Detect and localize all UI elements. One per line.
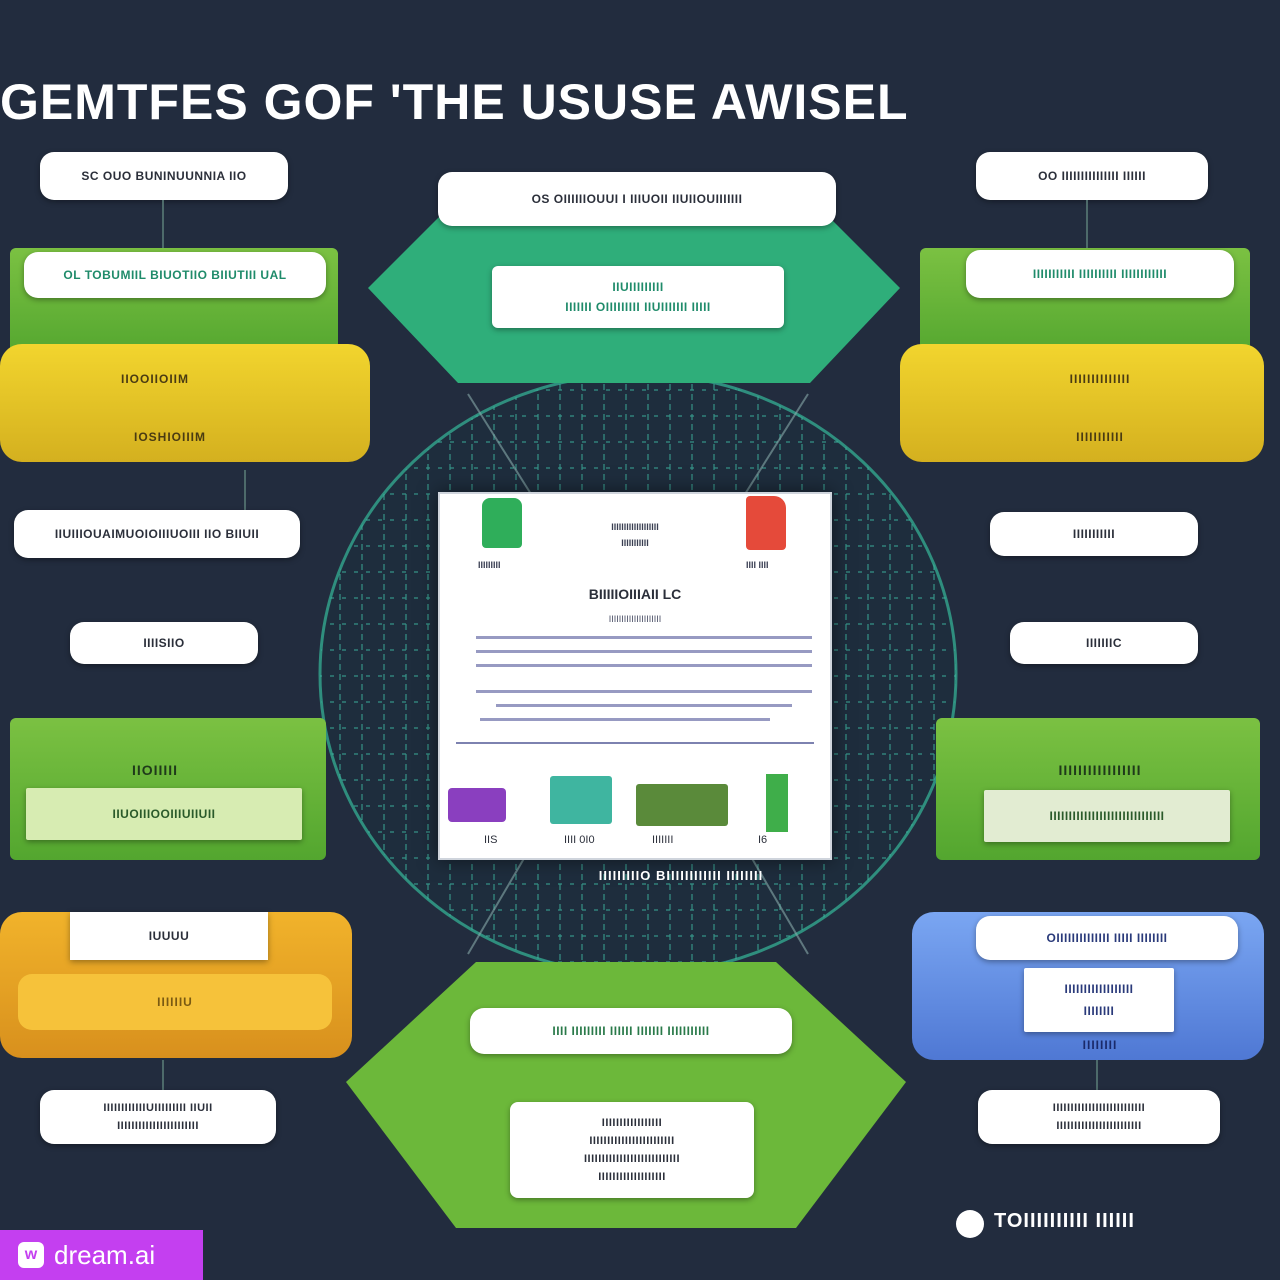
doc-caption: I6 — [758, 834, 768, 846]
doc-subtitle: IIIIIIIIIIIIIIIIIIIII — [608, 614, 662, 624]
center-bottom-line3: IIIIIIIIIIIIIIIIIIIIIIIIIII — [583, 1153, 681, 1165]
credit-text: TOIIIIIIIIII IIIIII — [994, 1210, 1135, 1232]
doc-text-line — [476, 650, 812, 653]
bookmark-icon — [766, 774, 788, 832]
left-green-block-text: IIUOIIIOOIIIUIIUII — [112, 807, 216, 821]
left-green-pill: OL TOBUMIIL BIUOTIIO BIIUTIII UAL — [24, 252, 326, 298]
center-top-inner-card: IIUIIIIIIIII IIIIIII OIIIIIIIII IIUIIIII… — [492, 266, 784, 328]
left-yellow-label-2: IOSHIOIIIM — [133, 430, 206, 444]
connector-line — [162, 1060, 164, 1090]
doc-caption: IIS — [484, 834, 498, 846]
right-small-label: IIIIIIIC — [1010, 622, 1198, 664]
connector-line — [244, 470, 246, 510]
left-bottom-line1: IIIIIIIIIIIIUIIIIIIIII IIUII — [103, 1102, 213, 1114]
right-blue-footer: IIIIIIII — [1082, 1038, 1118, 1052]
watermark[interactable]: w dream.ai — [0, 1230, 203, 1280]
credit-dot-icon — [956, 1210, 984, 1238]
left-mid-label: IIUIIIOUAIMUOIOIIIUOIII IIO BIIUII — [14, 510, 300, 558]
doc-left-tag: IIIIIIIII — [478, 560, 501, 570]
right-blue-pill: OIIIIIIIIIIIIII IIIII IIIIIIII — [976, 916, 1238, 960]
right-bottom-label: IIIIIIIIIIIIIIIIIIIIIIIIII IIIIIIIIIIIII… — [978, 1090, 1220, 1144]
center-document: IIIIIIIIIIIIIIIIIII IIIIIIIIIII IIIIIIII… — [438, 492, 832, 860]
center-bottom-line1: IIIIIIIIIIIIIIIII — [601, 1117, 663, 1129]
left-yellow-slab — [0, 344, 370, 462]
doc-caption: IIIIIII — [652, 834, 674, 846]
left-green-block-card: IIUOIIIOOIIIUIIUII — [26, 788, 302, 840]
right-yellow-slab — [900, 344, 1264, 462]
right-green-block-title: IIIIIIIIIIIIIIIII — [1058, 762, 1142, 778]
center-top-inner-line1: IIUIIIIIIIII — [612, 280, 664, 294]
chart-illustration — [636, 784, 728, 826]
connector-line — [1086, 200, 1088, 250]
right-green-block-text: IIIIIIIIIIIIIIIIIIIIIIIIIIIIII — [1049, 809, 1165, 823]
green-tab-icon — [482, 498, 522, 548]
center-bottom-line4: IIIIIIIIIIIIIIIIIII — [598, 1171, 666, 1183]
doc-header-1: IIIIIIIIIIIIIIIIIII — [611, 522, 659, 532]
dream-logo-icon: w — [18, 1242, 44, 1268]
doc-text-line — [476, 690, 812, 693]
left-bottom-line2: IIIIIIIIIIIIIIIIIIIIIII — [117, 1120, 199, 1132]
right-blue-line2: IIIIIIII — [1083, 1004, 1115, 1018]
doc-right-tag: IIII IIII — [746, 560, 769, 570]
right-yellow-label-1: IIIIIIIIIIIIII — [1069, 372, 1131, 386]
left-orange-inner-label: IIIIIIU — [157, 995, 193, 1009]
right-mid-label: IIIIIIIIIII — [990, 512, 1198, 556]
right-blue-line1: IIIIIIIIIIIIIIIIII — [1064, 982, 1134, 996]
left-orange-inner: IIIIIIU — [18, 974, 332, 1030]
left-green-block-title: IIOIIIII — [131, 762, 179, 778]
right-top-label: OO IIIIIIIIIIIIIII IIIIII — [976, 152, 1208, 200]
doc-text-line — [496, 704, 792, 707]
connector-line — [162, 200, 164, 250]
doc-title: BIIIIIOIIIAII LC — [588, 586, 682, 602]
center-bottom-line2: IIIIIIIIIIIIIIIIIIIIIIII — [589, 1135, 675, 1147]
doc-text-line — [480, 718, 770, 721]
center-top-inner-line2: IIIIIII OIIIIIIIII IIUIIIIIII IIIII — [565, 300, 711, 314]
doc-caption: IIII 0I0 — [564, 834, 595, 846]
right-bottom-line1: IIIIIIIIIIIIIIIIIIIIIIIIII — [1052, 1102, 1146, 1114]
left-top-label: SC OUO BUNINUUNNIA IIO — [40, 152, 288, 200]
chart-illustration — [550, 776, 612, 824]
chart-illustration — [448, 788, 506, 822]
center-bottom-pill: IIII IIIIIIIII IIIIII IIIIIII IIIIIIIIII… — [470, 1008, 792, 1054]
center-bottom-band: IIIIIIIIIO BIIIIIIIIIIII IIIIIIII — [598, 868, 764, 883]
right-blue-card: IIIIIIIIIIIIIIIIII IIIIIIII — [1024, 968, 1174, 1032]
doc-text-line — [476, 636, 812, 639]
center-top-pill: OS OIIIIIIOUUI I IIIUOII IIUIIOUIIIIIII — [438, 172, 836, 226]
left-orange-pill: IUUUU — [70, 912, 268, 960]
page-title: GEMTFES GOF 'THE USUSE AWISEL — [0, 74, 909, 130]
right-green-pill: IIIIIIIIIII IIIIIIIIII IIIIIIIIIIII — [966, 250, 1234, 298]
doc-divider — [456, 742, 814, 744]
watermark-text: dream.ai — [54, 1239, 156, 1270]
right-yellow-label-2: IIIIIIIIIII — [1076, 430, 1124, 444]
left-yellow-label-1: IIOOIIOIIM — [120, 372, 189, 386]
right-green-block-card: IIIIIIIIIIIIIIIIIIIIIIIIIIIIII — [984, 790, 1230, 842]
left-small-label: IIIISIIO — [70, 622, 258, 664]
doc-text-line — [476, 664, 812, 667]
center-bottom-card: IIIIIIIIIIIIIIIII IIIIIIIIIIIIIIIIIIIIII… — [510, 1102, 754, 1198]
right-bottom-line2: IIIIIIIIIIIIIIIIIIIIIIII — [1056, 1120, 1142, 1132]
connector-line — [1096, 1060, 1098, 1090]
doc-header-2: IIIIIIIIIII — [621, 538, 649, 548]
red-flag-icon — [746, 496, 786, 550]
left-bottom-label: IIIIIIIIIIIIUIIIIIIIII IIUII IIIIIIIIIII… — [40, 1090, 276, 1144]
